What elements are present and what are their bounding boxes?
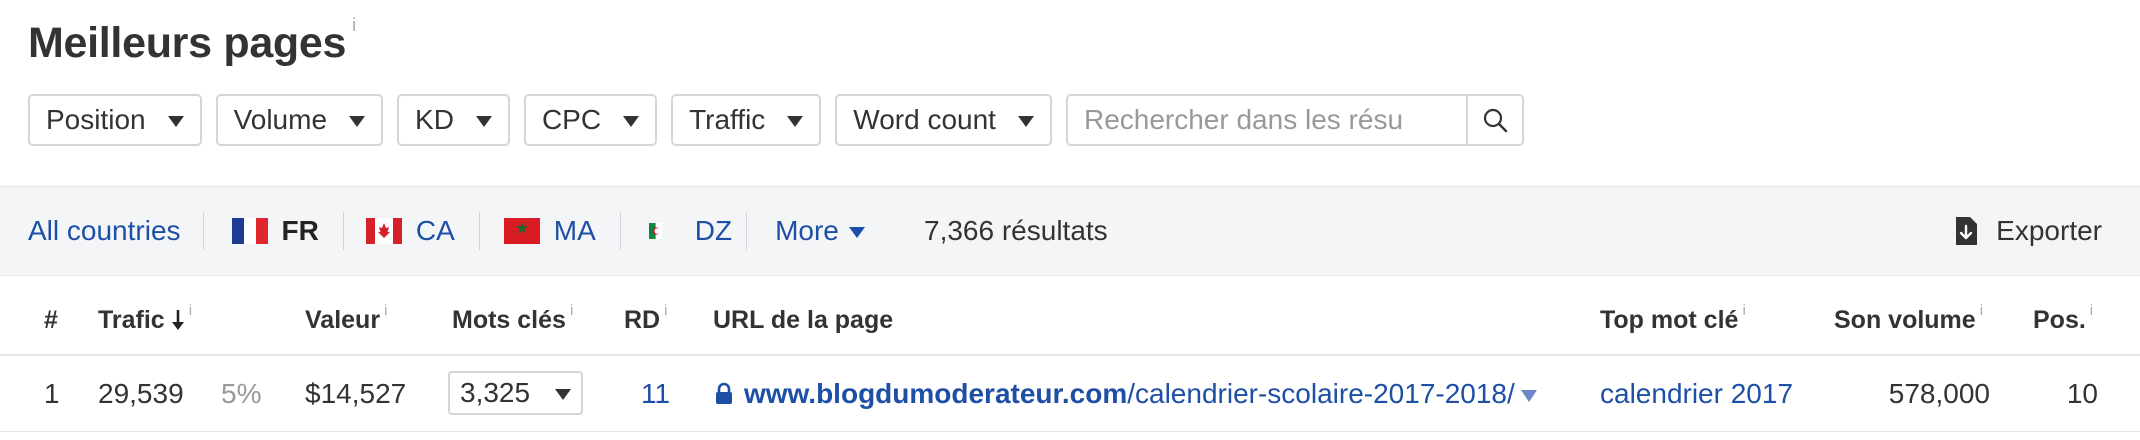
export-icon: [1956, 217, 1978, 245]
filter-position-dropdown[interactable]: Position: [28, 94, 202, 146]
col-info-icon[interactable]: i: [1742, 302, 1745, 319]
col-label: #: [44, 306, 58, 334]
col-position[interactable]: Pos. i: [2033, 302, 2093, 335]
all-countries-label: All countries: [28, 215, 181, 246]
search-box: [1065, 94, 1524, 146]
country-ca[interactable]: CA: [344, 186, 479, 276]
caret-down-icon: [475, 116, 492, 127]
sort-desc-icon: [171, 310, 184, 330]
col-label: Trafic: [98, 306, 165, 334]
export-button[interactable]: Exporter: [1954, 215, 2102, 247]
country-code: CA: [415, 215, 455, 246]
filter-bar: Position Volume KD CPC Traffic Word coun…: [28, 94, 1524, 146]
results-count: 7,366 résultats: [924, 215, 1108, 246]
country-code: FR: [281, 215, 319, 246]
filter-volume-dropdown[interactable]: Volume: [215, 94, 384, 146]
col-label: Top mot clé: [1600, 306, 1739, 334]
row-position: 10: [2066, 378, 2098, 409]
all-countries-link[interactable]: All countries: [0, 186, 203, 276]
col-label: Pos.: [2033, 306, 2086, 334]
filter-cpc-dropdown[interactable]: CPC: [523, 94, 658, 146]
row-traffic: 29,539: [98, 378, 184, 409]
row-url: www.blogdumoderateur.com/calendrier-scol…: [714, 378, 1537, 410]
row-keywords-dropdown[interactable]: 3,325: [448, 371, 583, 415]
country-code: MA: [553, 215, 596, 246]
url-path-link[interactable]: /calendrier-scolaire-2017-2018/: [1127, 378, 1515, 410]
col-info-icon[interactable]: i: [570, 302, 573, 319]
more-countries-dropdown[interactable]: More: [747, 186, 865, 276]
filter-label: KD: [415, 104, 454, 135]
morocco-flag-icon: [503, 218, 540, 244]
france-flag-icon: [231, 218, 268, 244]
col-top-keyword[interactable]: Top mot clé i: [1600, 302, 1746, 335]
caret-down-icon: [623, 116, 640, 127]
col-url: URL de la page: [713, 306, 893, 335]
filter-label: Traffic: [689, 104, 766, 135]
caret-down-icon: [1017, 116, 1034, 127]
caret-down-icon: [167, 116, 184, 127]
page-title: Meilleurs pages: [28, 19, 347, 67]
col-label: URL de la page: [713, 306, 894, 334]
filter-traffic-dropdown[interactable]: Traffic: [671, 94, 822, 146]
col-label: Valeur: [305, 306, 381, 334]
filter-label: CPC: [541, 104, 602, 135]
algeria-flag-icon: [648, 223, 663, 239]
page-header: Meilleurs pages i: [28, 14, 356, 72]
col-traffic[interactable]: Trafic i: [98, 302, 192, 335]
url-menu-caret-icon[interactable]: [1520, 390, 1537, 402]
col-info-icon[interactable]: i: [189, 302, 192, 319]
row-volume: 578,000: [1888, 378, 1990, 409]
col-info-icon[interactable]: i: [2090, 302, 2093, 319]
col-index: #: [44, 306, 58, 335]
country-ma[interactable]: MA: [480, 186, 620, 276]
col-label: RD: [624, 306, 661, 334]
export-label: Exporter: [1996, 215, 2102, 246]
col-keywords[interactable]: Mots clés i: [452, 302, 573, 335]
row-traffic-share: 5%: [221, 378, 262, 409]
country-dz[interactable]: DZ: [621, 186, 746, 276]
filter-label: Word count: [853, 104, 996, 135]
col-rd[interactable]: RD i: [624, 302, 667, 335]
table-header: # Trafic i Valeur i Mots clés i RD i URL de…: [0, 276, 2140, 356]
filter-label: Position: [46, 104, 146, 135]
col-info-icon[interactable]: i: [664, 302, 667, 319]
table-row: 1 29,539 5% $14,527 3,325 11 www.blogdum…: [0, 356, 2140, 432]
search-icon: [1483, 108, 1508, 133]
col-value[interactable]: Valeur i: [305, 302, 387, 335]
row-top-keyword-link[interactable]: calendrier 2017: [1600, 378, 1793, 410]
row-value: $14,527: [305, 378, 407, 409]
lock-icon: [716, 382, 732, 404]
caret-down-icon: [555, 389, 571, 400]
country-fr[interactable]: FR: [204, 186, 343, 276]
row-rd-link[interactable]: 11: [641, 378, 670, 410]
caret-down-icon: [848, 226, 865, 238]
title-info-icon[interactable]: i: [352, 16, 356, 34]
filter-kd-dropdown[interactable]: KD: [397, 94, 510, 146]
country-bar: All countries FR CA MA DZ More 7,366 rés…: [0, 186, 2140, 276]
filter-word-count-dropdown[interactable]: Word count: [835, 94, 1052, 146]
search-button[interactable]: [1465, 96, 1522, 144]
filter-label: Volume: [233, 104, 328, 135]
more-label: More: [775, 215, 839, 246]
caret-down-icon: [349, 116, 366, 127]
search-input[interactable]: [1067, 96, 1466, 144]
col-label: Son volume: [1834, 306, 1976, 334]
url-host-link[interactable]: www.blogdumoderateur.com: [744, 378, 1127, 410]
country-code: DZ: [694, 215, 733, 246]
caret-down-icon: [787, 116, 804, 127]
canada-flag-icon: [365, 218, 402, 244]
row-index: 1: [44, 378, 60, 409]
col-volume[interactable]: Son volume i: [1834, 302, 1983, 335]
col-info-icon[interactable]: i: [1980, 302, 1983, 319]
col-info-icon[interactable]: i: [384, 302, 387, 319]
row-keywords: 3,325: [460, 377, 531, 408]
col-label: Mots clés: [452, 306, 566, 334]
